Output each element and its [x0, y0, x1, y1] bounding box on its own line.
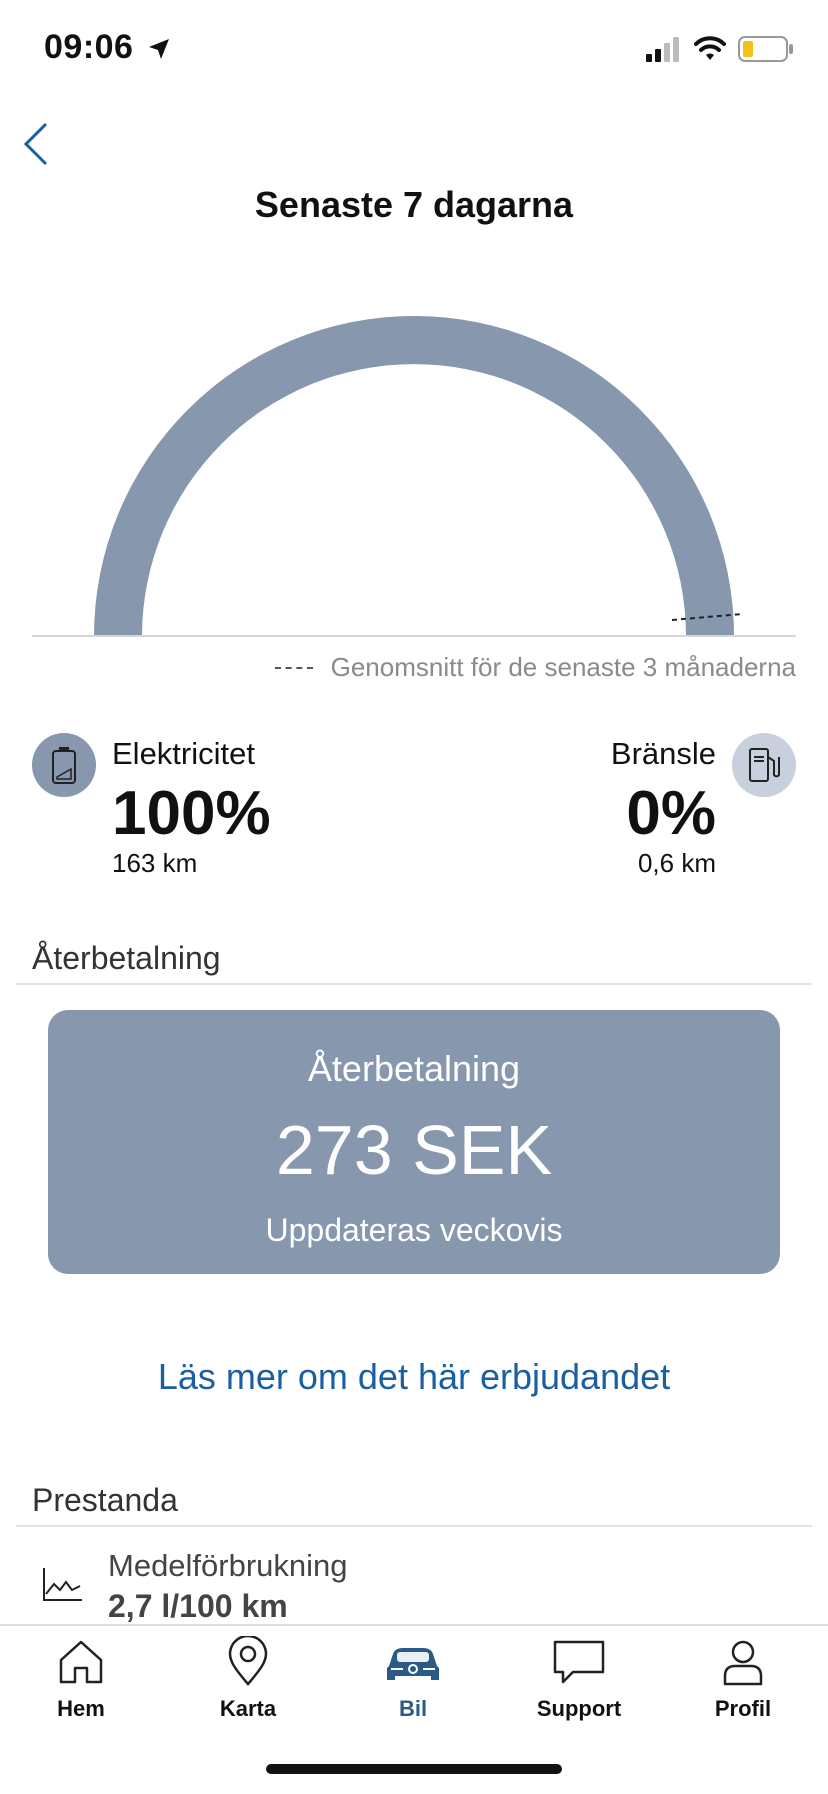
location-arrow-icon — [149, 39, 170, 60]
cellular-signal-icon — [646, 37, 679, 62]
home-indicator[interactable] — [266, 1764, 562, 1774]
gauge-legend: Genomsnitt för de senaste 3 månaderna — [274, 652, 796, 683]
fuel-pump-icon — [749, 748, 780, 782]
read-more-link[interactable]: Läs mer om det här erbjudandet — [0, 1356, 828, 1398]
battery-level-icon — [52, 747, 76, 784]
chevron-left-icon — [23, 122, 48, 166]
avg-consumption-label: Medelförbrukning — [108, 1548, 348, 1583]
electricity-icon-badge — [32, 733, 96, 797]
performance-section-title: Prestanda — [32, 1482, 178, 1518]
tab-hem[interactable]: Hem — [6, 1636, 156, 1722]
legend-dash — [274, 666, 313, 669]
legend-text: Genomsnitt för de senaste 3 månaderna — [330, 652, 796, 682]
home-icon — [59, 1640, 103, 1684]
refund-card-title: Återbetalning — [307, 1048, 521, 1089]
fuel-icon-badge — [732, 733, 796, 797]
car-icon — [387, 1648, 439, 1680]
map-pin-icon — [228, 1636, 268, 1686]
refund-section-title: Återbetalning — [32, 940, 221, 976]
tab-label: Profil — [714, 1696, 772, 1721]
avg-consumption-value: 2,7 l/100 km — [108, 1588, 288, 1624]
back-button[interactable] — [18, 118, 58, 170]
fuel-label: Bränsle — [610, 736, 716, 771]
battery-icon — [738, 36, 793, 62]
tab-bil[interactable]: Bil — [338, 1636, 488, 1722]
tab-label: Hem — [57, 1696, 105, 1721]
refund-card: Återbetalning 273 SEK Uppdateras veckovi… — [48, 1010, 780, 1274]
gauge-arc — [94, 316, 734, 636]
chat-bubble-icon — [553, 1640, 605, 1684]
performance-divider — [16, 1525, 812, 1527]
tab-label: Bil — [398, 1696, 428, 1721]
fuel-range: 0,6 km — [637, 848, 716, 878]
tab-karta[interactable]: Karta — [173, 1636, 323, 1722]
tab-profil[interactable]: Profil — [668, 1636, 818, 1722]
status-time: 09:06 — [44, 28, 171, 67]
status-time-text: 09:06 — [44, 28, 134, 66]
refund-amount: 273 SEK — [275, 1111, 553, 1189]
electricity-label: Elektricitet — [112, 736, 255, 771]
fuel-percent: 0% — [626, 779, 716, 848]
line-chart-icon — [43, 1568, 82, 1601]
status-icons — [646, 34, 794, 64]
electricity-percent: 100% — [112, 779, 271, 848]
wifi-icon — [694, 36, 726, 60]
refund-subtitle: Uppdateras veckovis — [265, 1212, 563, 1248]
electricity-range: 163 km — [112, 848, 198, 878]
user-icon — [723, 1640, 763, 1686]
tab-label: Karta — [219, 1696, 277, 1721]
tab-support[interactable]: Support — [504, 1636, 654, 1722]
page-title: Senaste 7 dagarna — [254, 184, 574, 225]
consumption-gauge — [32, 316, 796, 637]
tab-label: Support — [536, 1696, 622, 1721]
refund-divider — [16, 983, 812, 985]
